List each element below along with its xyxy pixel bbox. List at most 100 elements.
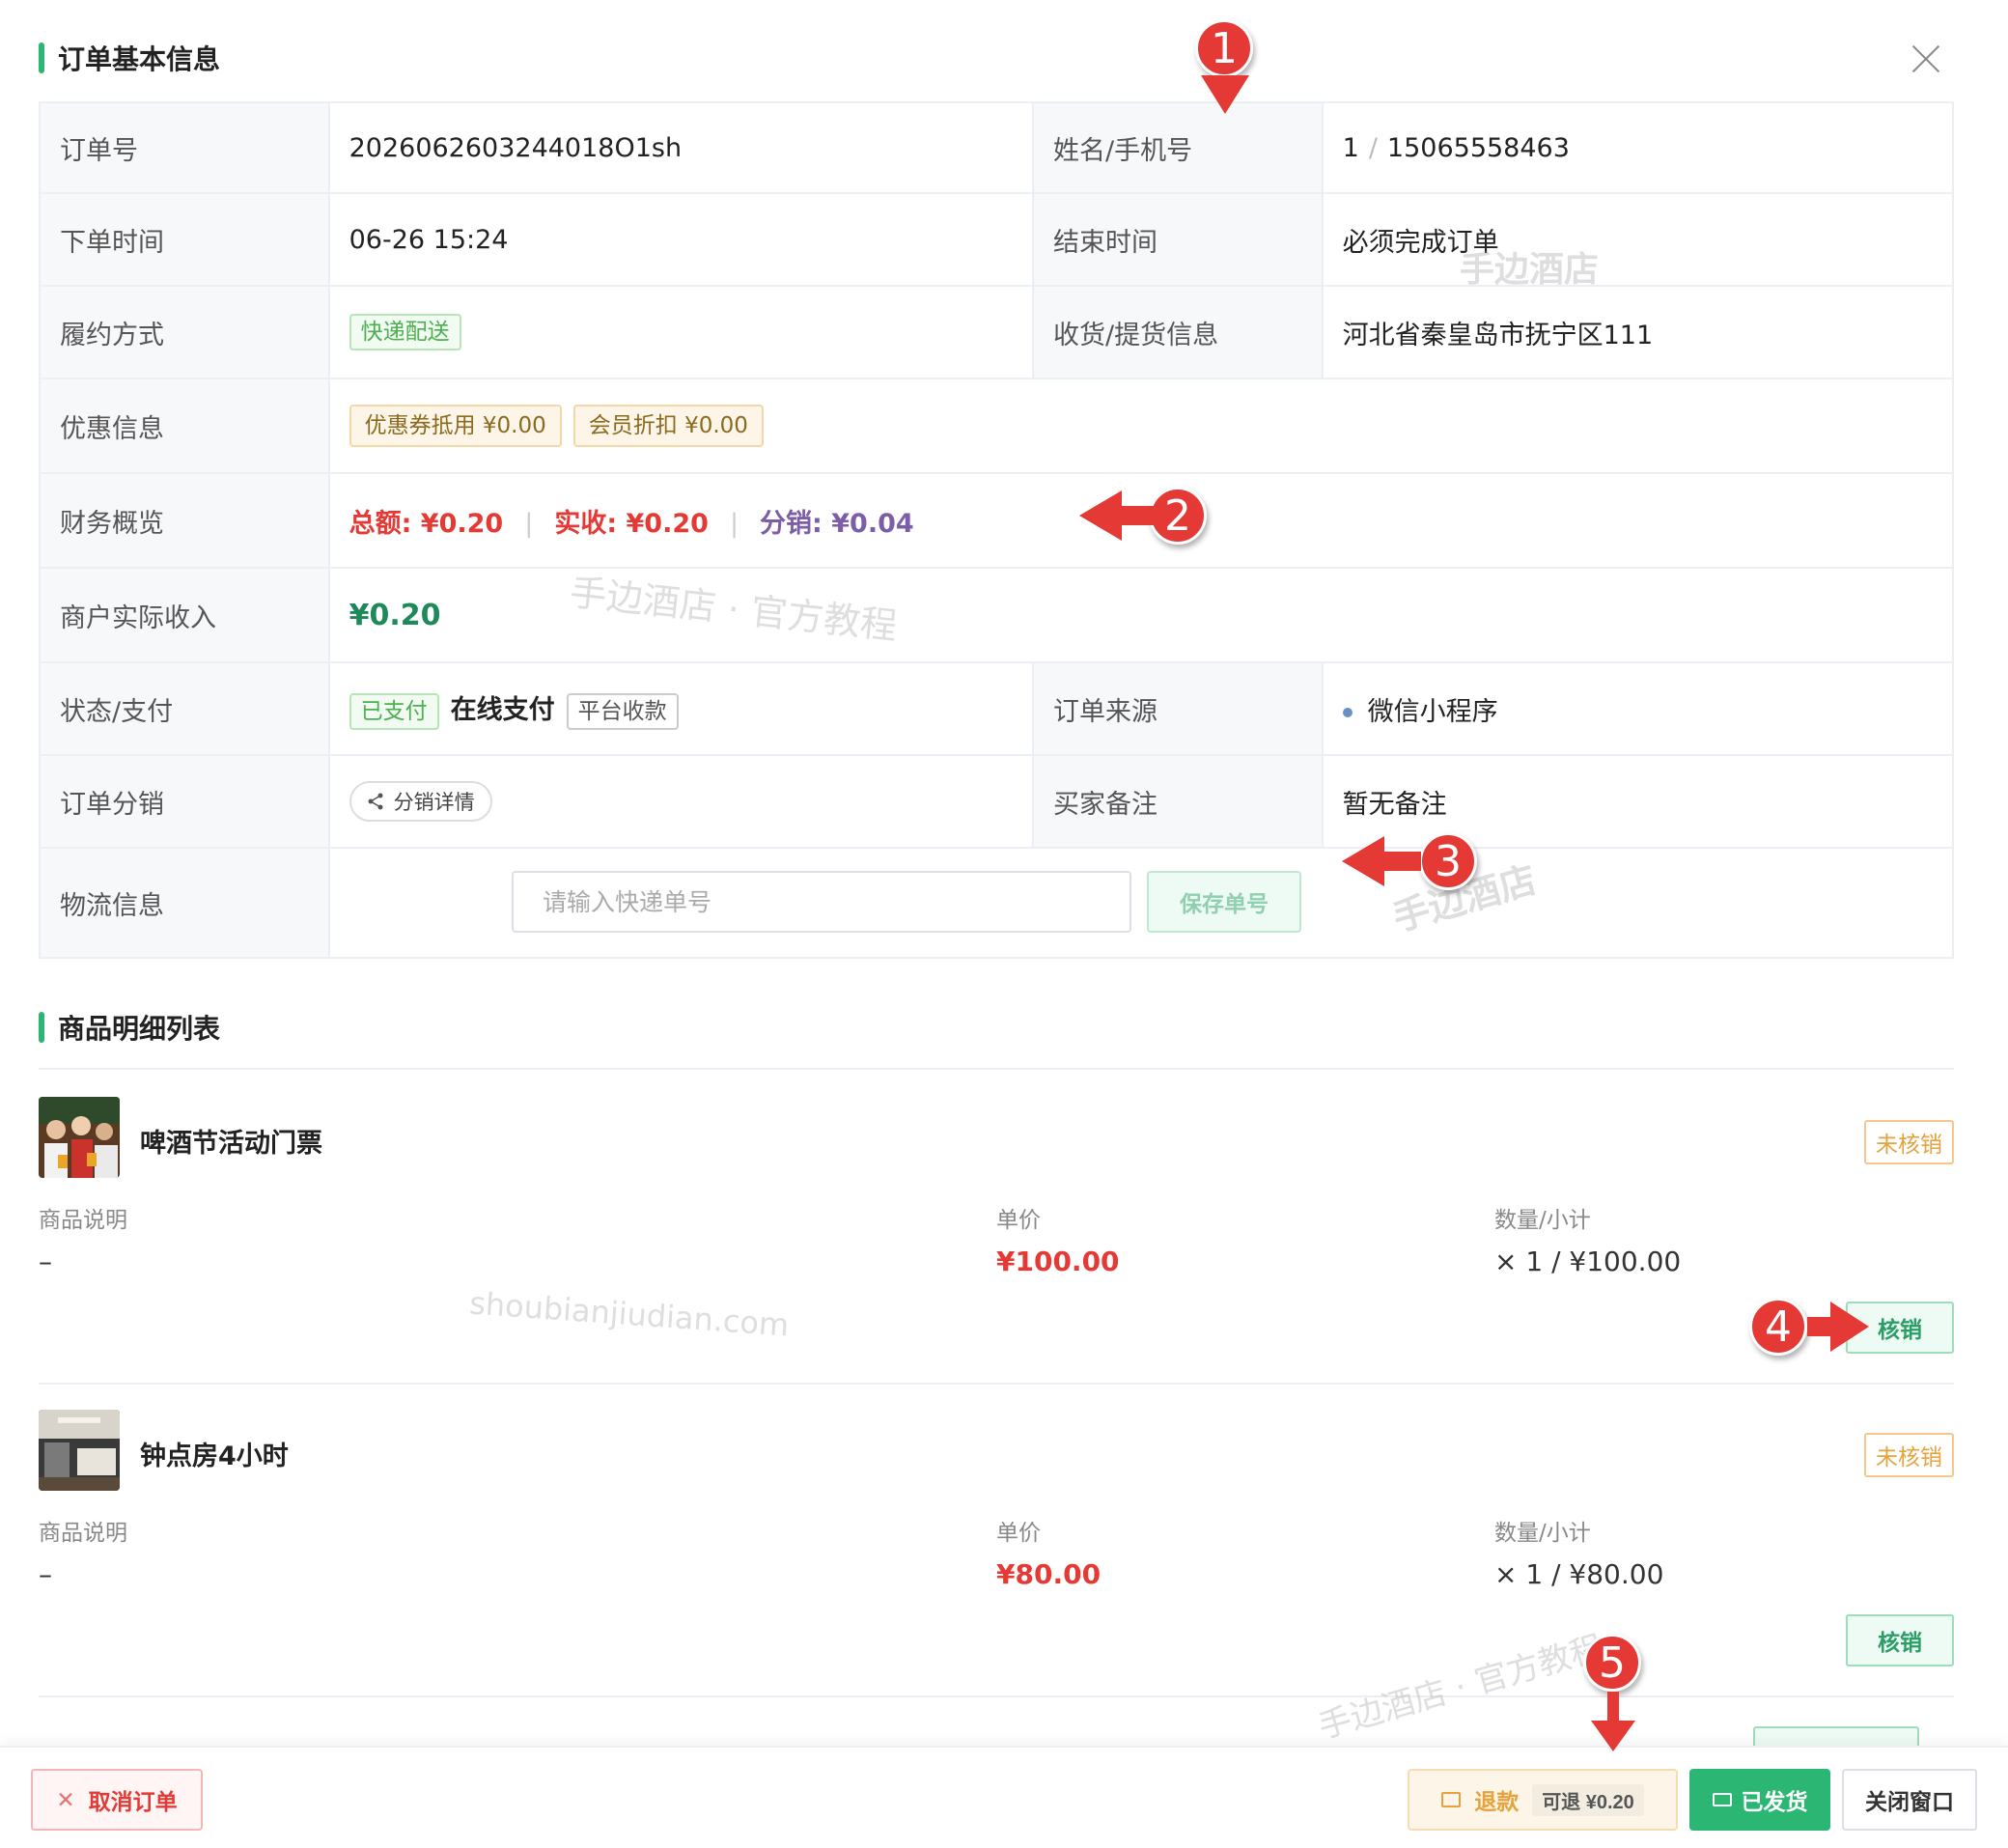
received-amount: 实收: ¥0.20 — [554, 508, 709, 539]
source-dot — [1342, 708, 1353, 717]
distribution-amount: 分销: ¥0.04 — [760, 508, 914, 539]
items-divider — [39, 1068, 1954, 1070]
description-label: 商品说明 — [39, 1208, 127, 1233]
unit-price-value: ¥100.00 — [996, 1246, 1120, 1277]
end-time-value: 必须完成订单 — [1321, 192, 1955, 287]
customer-name: 1 — [1342, 132, 1359, 163]
collection-tag: 平台收款 — [566, 692, 679, 730]
cancel-order-label: 取消订单 — [88, 1789, 178, 1814]
unit-price-value: ¥80.00 — [996, 1558, 1102, 1590]
items-title-text: 商品明细列表 — [58, 1013, 221, 1045]
description-value: – — [39, 1246, 52, 1277]
watermark-domain: shoubianjiudian.com — [468, 1284, 791, 1344]
refund-label: 退款 — [1474, 1789, 1520, 1814]
quantity-label: 数量/小计 — [1494, 1521, 1591, 1546]
close-icon[interactable] — [1910, 42, 1942, 75]
fulfillment-label: 履约方式 — [39, 285, 330, 379]
watermark-tagline: 手边酒店 · 官方教程 — [1314, 1628, 1608, 1748]
description-label: 商品说明 — [39, 1521, 127, 1546]
unit-price-label: 单价 — [996, 1208, 1041, 1233]
description-value: – — [39, 1558, 52, 1590]
quantity-value: × 1 / ¥100.00 — [1494, 1246, 1682, 1277]
logistics-label: 物流信息 — [39, 847, 330, 959]
basic-info-title-text: 订单基本信息 — [58, 43, 221, 75]
basic-info-title: 订单基本信息 — [39, 39, 220, 77]
discount-label: 优惠信息 — [39, 378, 330, 474]
distribution-detail-button[interactable]: 分销详情 — [349, 781, 492, 822]
unit-price-label: 单价 — [996, 1521, 1041, 1546]
pay-status-tag: 已支付 — [349, 692, 439, 730]
items-title: 商品明细列表 — [39, 1008, 220, 1047]
annotation-arrow-left-icon — [1342, 836, 1421, 886]
refundable-amount: 可退 ¥0.20 — [1532, 1783, 1644, 1816]
annotation-arrow-right-icon — [1807, 1302, 1869, 1352]
name-phone-label: 姓名/手机号 — [1032, 101, 1324, 194]
redeem-status-tag: 未核销 — [1864, 1433, 1954, 1477]
fulfillment-value: 快递配送 — [327, 285, 1035, 379]
discount-value: 优惠券抵用 ¥0.00 会员折扣 ¥0.00 — [327, 378, 1955, 474]
tracking-number-input[interactable] — [512, 871, 1131, 933]
close-window-button[interactable]: 关闭窗口 — [1842, 1769, 1977, 1831]
redeem-button[interactable]: 核销 — [1846, 1614, 1954, 1666]
merchant-income-label: 商户实际收入 — [39, 567, 330, 663]
quantity-label: 数量/小计 — [1494, 1208, 1591, 1233]
shipped-label: 已发货 — [1741, 1789, 1808, 1814]
redeem-all-button-partial[interactable] — [1753, 1726, 1919, 1746]
distribution-value: 分销详情 — [327, 754, 1035, 849]
annotation-badge-5: 5 — [1583, 1634, 1641, 1692]
product-thumbnail — [39, 1097, 120, 1178]
coupon-tag: 优惠券抵用 ¥0.00 — [349, 405, 562, 447]
refund-button[interactable]: 退款 可退 ¥0.20 — [1408, 1769, 1678, 1831]
name-phone-value: 1 / 15065558463 — [1321, 101, 1955, 194]
order-info-table: 订单号 2026062603244018O1sh 姓名/手机号 1 / 150655… — [39, 101, 1955, 959]
merchant-income-amount: ¥0.20 — [349, 598, 441, 632]
shipped-button[interactable]: 已发货 — [1689, 1769, 1830, 1831]
redeem-status-tag: 未核销 — [1864, 1120, 1954, 1164]
annotation-badge-4: 4 — [1749, 1298, 1807, 1356]
annotation-badge-2: 2 — [1149, 487, 1207, 545]
product-name: 啤酒节活动门票 — [140, 1129, 322, 1159]
item-divider — [39, 1383, 1954, 1385]
finance-separator: | — [524, 508, 534, 539]
annotation-badge-3: 3 — [1419, 832, 1477, 890]
annotation-arrow-down-icon — [1591, 1692, 1635, 1751]
remark-label: 买家备注 — [1032, 754, 1324, 849]
product-name: 钟点房4小时 — [140, 1442, 289, 1471]
save-tracking-button[interactable]: 保存单号 — [1147, 871, 1301, 933]
finance-separator: | — [729, 508, 739, 539]
source-label: 订单来源 — [1032, 661, 1324, 756]
title-accent-bar — [39, 1012, 44, 1043]
product-thumbnail — [39, 1410, 120, 1491]
delivery-label: 收货/提货信息 — [1032, 285, 1324, 379]
customer-phone: 15065558463 — [1386, 132, 1570, 163]
distribution-label: 订单分销 — [39, 754, 330, 849]
status-value: 已支付 在线支付 平台收款 — [327, 661, 1035, 756]
title-accent-bar — [39, 42, 44, 73]
annotation-arrow-left-icon — [1079, 490, 1155, 541]
order-no-value: 2026062603244018O1sh — [327, 101, 1035, 194]
annotation-badge-1: 1 — [1195, 19, 1253, 77]
order-no-label: 订单号 — [39, 101, 330, 194]
finance-label: 财务概览 — [39, 472, 330, 569]
source-value: 微信小程序 — [1321, 661, 1955, 756]
total-amount: 总额: ¥0.20 — [349, 508, 504, 539]
refund-icon — [1441, 1792, 1462, 1807]
annotation-arrow-down-icon — [1201, 75, 1249, 114]
pay-method: 在线支付 — [450, 694, 555, 725]
status-label: 状态/支付 — [39, 661, 330, 756]
cancel-x-icon: ✕ — [56, 1786, 75, 1812]
customer-separator: / — [1368, 132, 1378, 163]
cancel-order-button[interactable]: ✕ 取消订单 — [31, 1769, 203, 1831]
truck-icon — [1712, 1793, 1732, 1806]
fulfillment-tag: 快递配送 — [349, 314, 461, 350]
order-time-label: 下单时间 — [39, 192, 330, 287]
item-divider — [39, 1695, 1954, 1697]
delivery-address: 河北省秦皇岛市抚宁区111 — [1321, 285, 1955, 379]
quantity-value: × 1 / ¥80.00 — [1494, 1558, 1664, 1590]
source-text: 微信小程序 — [1367, 696, 1498, 727]
distribution-detail-label: 分销详情 — [393, 791, 475, 814]
merchant-income-value: ¥0.20 — [327, 567, 1955, 663]
share-icon — [368, 793, 383, 810]
member-discount-tag: 会员折扣 ¥0.00 — [572, 405, 764, 447]
order-time-value: 06-26 15:24 — [327, 192, 1035, 287]
